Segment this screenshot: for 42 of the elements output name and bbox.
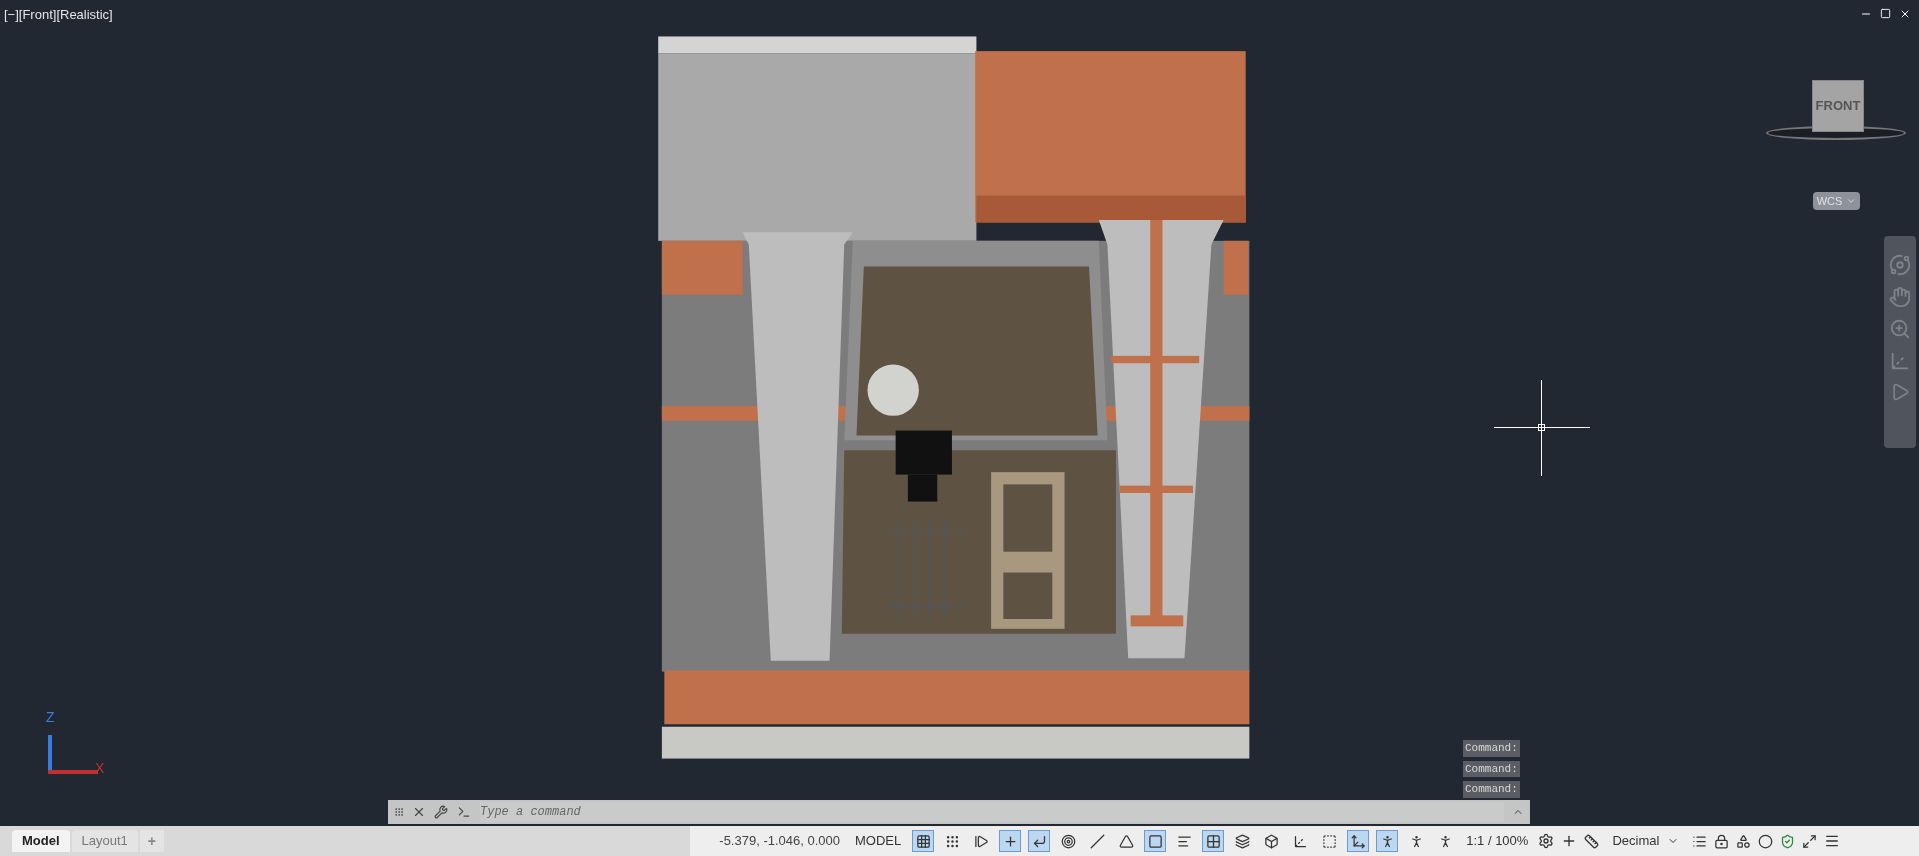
coordinates-readout: -5.379, -1.046, 0.000 bbox=[718, 832, 841, 851]
dots-icon bbox=[944, 833, 960, 849]
viewport-controls-label[interactable]: [−][Front][Realistic] bbox=[4, 5, 113, 25]
status-toggle[interactable] bbox=[999, 830, 1022, 852]
target-icon bbox=[1060, 833, 1076, 849]
status-toggle[interactable] bbox=[912, 830, 935, 852]
model-space-button[interactable]: MODEL bbox=[851, 829, 906, 853]
status-toggle[interactable] bbox=[1347, 830, 1370, 852]
axes-icon bbox=[1292, 833, 1308, 849]
status-toggle[interactable] bbox=[1028, 830, 1051, 852]
circle-icon[interactable] bbox=[1758, 833, 1774, 849]
square-icon bbox=[1147, 833, 1163, 849]
slash-icon bbox=[1089, 833, 1105, 849]
menu-icon[interactable] bbox=[1824, 833, 1841, 849]
annotation-scale-button[interactable]: 1:1 / 100% bbox=[1463, 829, 1532, 853]
status-toggle[interactable] bbox=[1144, 830, 1167, 852]
caret-icon bbox=[1846, 196, 1857, 206]
restore-icon[interactable] bbox=[1880, 8, 1891, 19]
command-input[interactable]: Type a command bbox=[480, 802, 1504, 822]
settings-icon[interactable] bbox=[1538, 833, 1555, 849]
status-toggle[interactable] bbox=[1202, 830, 1225, 852]
shapes-icon[interactable] bbox=[1736, 833, 1752, 849]
ruler-icon[interactable] bbox=[1584, 833, 1600, 849]
status-toggle[interactable] bbox=[1376, 830, 1399, 852]
grid-icon bbox=[915, 833, 931, 849]
z-axis-label: Z bbox=[46, 710, 55, 724]
layout-tab[interactable]: Model bbox=[12, 830, 70, 852]
plus-icon bbox=[1002, 833, 1018, 849]
grip-icon[interactable] bbox=[394, 805, 404, 819]
layout-tab[interactable]: Layout1 bbox=[71, 830, 138, 852]
units-dropdown[interactable]: Decimal bbox=[1606, 829, 1686, 853]
cube-icon bbox=[1263, 833, 1279, 849]
selection-icon bbox=[1321, 833, 1337, 849]
shield-check-icon[interactable] bbox=[1780, 833, 1796, 849]
terminal-icon[interactable] bbox=[456, 805, 472, 819]
lines-icon bbox=[1176, 833, 1192, 849]
fullscreen-icon[interactable] bbox=[1802, 833, 1818, 849]
close-icon[interactable] bbox=[1899, 8, 1911, 20]
lock-icon[interactable] bbox=[1714, 833, 1730, 849]
properties-icon[interactable] bbox=[1692, 833, 1708, 849]
wrench-icon[interactable] bbox=[434, 805, 448, 819]
layers-icon bbox=[1234, 833, 1250, 849]
